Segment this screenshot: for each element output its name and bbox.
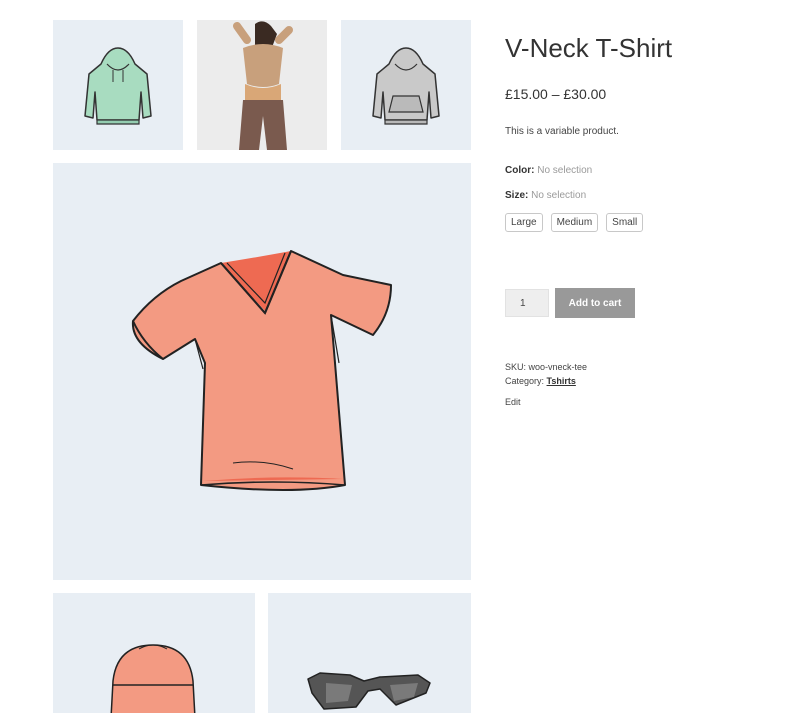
size-attribute: Size: No selection (505, 190, 785, 201)
product-description: This is a variable product. (505, 126, 619, 137)
sunglasses-icon (307, 672, 431, 710)
gallery-thumb-sunglasses[interactable] (268, 593, 471, 713)
gallery-thumb-person-photo[interactable] (197, 20, 327, 150)
product-meta: SKU: woo-vneck-tee Category: Tshirts (505, 360, 785, 388)
hoodie-gray-icon (372, 47, 440, 125)
size-options: Large Medium Small (505, 213, 785, 232)
color-value: No selection (537, 165, 593, 176)
person-photo-icon (197, 20, 327, 150)
quantity-input[interactable]: 1 (505, 289, 549, 317)
edit-link[interactable]: Edit (505, 397, 785, 407)
hoodie-green-icon (84, 47, 152, 125)
color-attribute: Color: No selection (505, 165, 785, 176)
price-range: £15.00 – £30.00 (505, 86, 607, 102)
category-label: Category: (505, 376, 547, 386)
beanie-icon (110, 644, 196, 713)
category-row: Category: Tshirts (505, 374, 785, 388)
sku-label: SKU: (505, 362, 529, 372)
sku-value: woo-vneck-tee (528, 362, 588, 372)
product-summary: V-Neck T-Shirt £15.00 – £30.00 This is a… (505, 30, 785, 407)
sku-row: SKU: woo-vneck-tee (505, 360, 785, 374)
vneck-tshirt-icon (131, 250, 392, 491)
category-link[interactable]: Tshirts (547, 376, 576, 386)
add-to-cart-button[interactable]: Add to cart (555, 288, 635, 318)
size-label: Size: (505, 190, 532, 201)
color-label: Color: (505, 165, 538, 176)
add-to-cart-form: 1 Add to cart (505, 288, 785, 318)
size-value: No selection (531, 190, 587, 201)
size-option-small[interactable]: Small (606, 213, 644, 232)
size-option-large[interactable]: Large (505, 213, 543, 232)
product-title: V-Neck T-Shirt (505, 33, 673, 63)
gallery-thumb-beanie[interactable] (53, 593, 255, 713)
gallery-thumb-hoodie-green[interactable] (53, 20, 183, 150)
product-page: V-Neck T-Shirt £15.00 – £30.00 This is a… (0, 0, 800, 713)
main-product-image[interactable] (53, 163, 471, 580)
size-option-medium[interactable]: Medium (550, 213, 599, 232)
gallery-thumb-hoodie-gray[interactable] (341, 20, 471, 150)
